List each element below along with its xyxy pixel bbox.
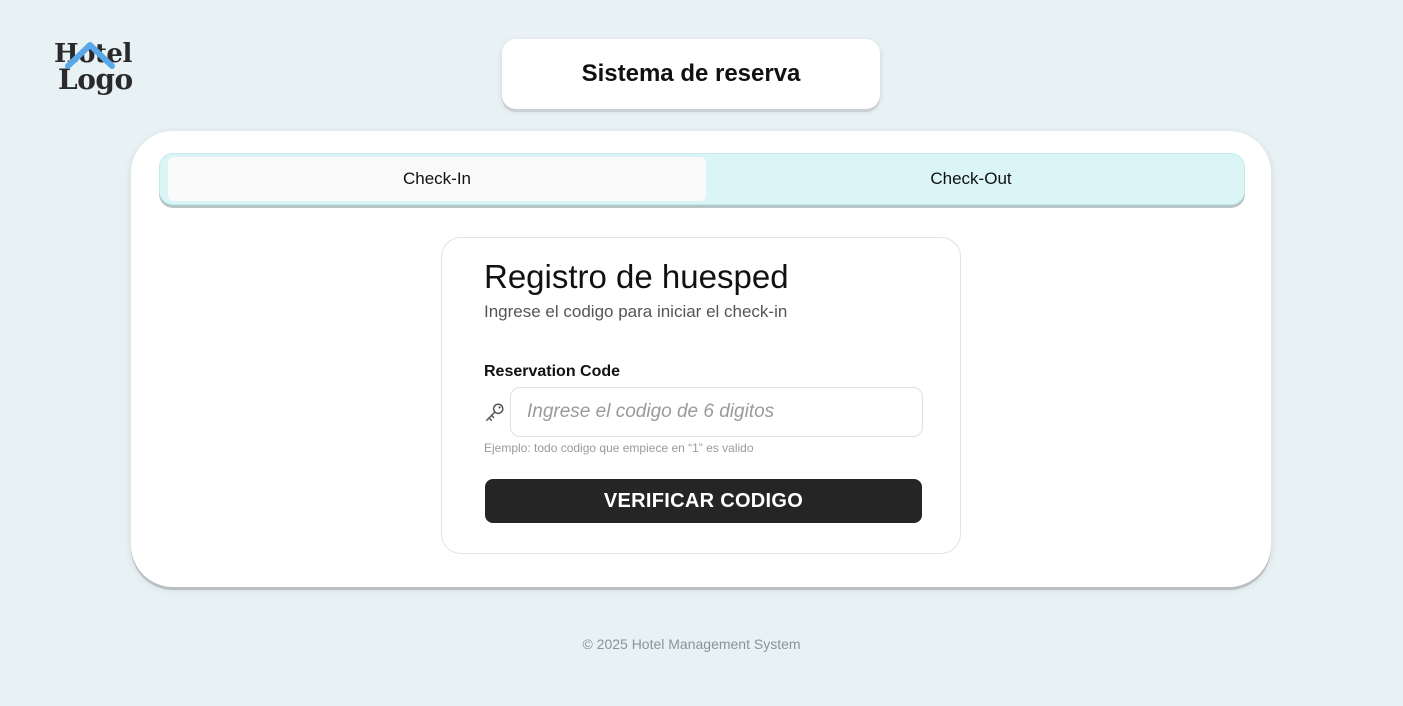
checkin-form-card: Registro de huesped Ingrese el codigo pa…: [441, 237, 961, 554]
page-title-card: Sistema de reserva: [502, 39, 880, 109]
input-hint: Ejemplo: todo codigo que empiece en “1” …: [484, 441, 754, 455]
tab-check-in[interactable]: Check-In: [168, 157, 706, 201]
reservation-code-label: Reservation Code: [484, 363, 621, 380]
reservation-code-input[interactable]: [510, 387, 923, 437]
house-roof-icon: [65, 42, 115, 69]
form-subtitle: Ingrese el codigo para iniciar el check-…: [484, 302, 788, 321]
page-title: Sistema de reserva: [581, 60, 801, 87]
form-title: Registro de huesped: [484, 258, 789, 295]
tab-check-out[interactable]: Check-Out: [706, 157, 1236, 201]
footer-copyright: © 2025 Hotel Management System: [582, 636, 801, 652]
verify-code-button[interactable]: VERIFICAR CODIGO: [485, 479, 922, 523]
tab-bar: Check-In Check-Out: [159, 153, 1245, 205]
logo-line-2: Logo: [58, 63, 133, 96]
hotel-logo[interactable]: Hotel Logo: [54, 40, 136, 100]
key-icon: [486, 403, 504, 421]
main-card: Check-In Check-Out Registro de huesped I…: [131, 131, 1271, 587]
